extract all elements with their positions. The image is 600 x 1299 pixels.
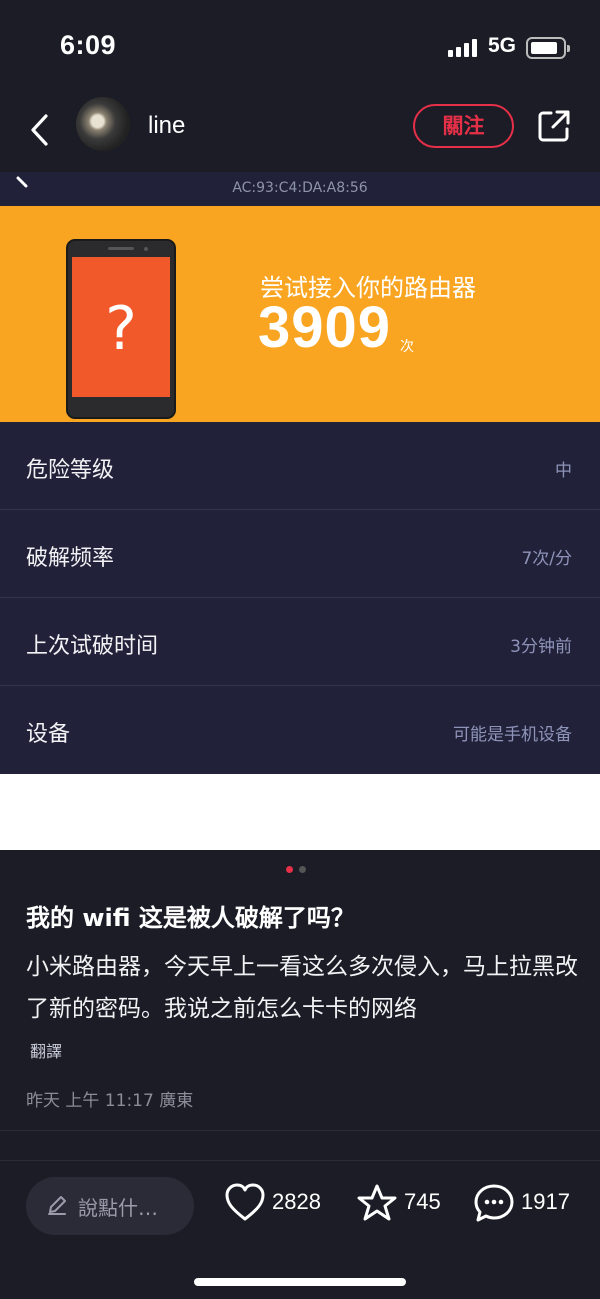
detail-row-last-attempt: 上次试破时间 3分钟前 <box>0 598 600 686</box>
detail-value: 可能是手机设备 <box>453 725 572 745</box>
detail-row-risk-level: 危险等级 中 <box>0 422 600 510</box>
detail-row-device: 设备 可能是手机设备 <box>0 686 600 774</box>
mac-address: AC:93:C4:DA:A8:56 <box>232 180 368 196</box>
detail-label: 破解频率 <box>26 546 115 571</box>
back-arrow-icon[interactable] <box>26 110 56 150</box>
status-time: 6:09 <box>60 30 117 60</box>
network-type: 5G <box>488 34 517 57</box>
image-bottom-padding <box>0 774 600 850</box>
like-count: 2828 <box>272 1189 321 1214</box>
intrusion-details: 危险等级 中 破解频率 7次/分 上次试破时间 3分钟前 设备 可能是手机设备 <box>0 422 600 774</box>
detail-label: 上次试破时间 <box>26 634 159 659</box>
signal-icon <box>448 39 480 57</box>
comment-count: 1917 <box>521 1189 570 1214</box>
post-meta: 昨天 上午 11:17 廣東 <box>26 1091 194 1111</box>
post-content: 我的 wifi 这是被人破解了吗？ 小米路由器，今天早上一看这么多次侵入，马上拉… <box>0 850 600 1299</box>
star-icon <box>357 1184 397 1221</box>
pencil-icon <box>48 1196 66 1215</box>
comment-input[interactable]: 說點什… <box>26 1177 194 1235</box>
comment-placeholder: 說點什… <box>78 1196 158 1220</box>
like-button[interactable]: 2828 <box>224 1183 332 1227</box>
attempt-unit: 次 <box>400 339 414 355</box>
favorite-count: 745 <box>404 1189 441 1214</box>
share-icon[interactable] <box>536 108 572 144</box>
chat-bubble-icon <box>474 1184 514 1222</box>
detail-label: 设备 <box>26 722 71 747</box>
divider <box>0 1130 600 1131</box>
post-title: 我的 wifi 这是被人破解了吗？ <box>26 904 355 932</box>
detail-value: 3分钟前 <box>510 637 572 657</box>
attempt-count: 3909 <box>258 295 392 360</box>
heart-icon <box>225 1183 265 1221</box>
phone-question-icon: ? <box>66 239 176 419</box>
carousel-indicator <box>286 866 310 874</box>
detail-value: 7次/分 <box>521 549 572 569</box>
comments-button[interactable]: 1917 <box>473 1183 573 1227</box>
battery-icon <box>526 37 570 59</box>
username[interactable]: line <box>148 112 185 140</box>
favorite-button[interactable]: 745 <box>356 1183 448 1227</box>
detail-label: 危险等级 <box>26 458 115 483</box>
post-header: line 關注 <box>0 92 600 172</box>
intrusion-banner: ? 尝试接入你的路由器 3909 次 <box>0 206 600 422</box>
follow-button[interactable]: 關注 <box>413 104 514 148</box>
avatar[interactable] <box>76 97 130 151</box>
detail-row-crack-rate: 破解频率 7次/分 <box>0 510 600 598</box>
svg-text:?: ? <box>105 294 137 364</box>
status-bar: 6:09 5G <box>0 0 600 92</box>
translate-link[interactable]: 翻譯 <box>30 1038 62 1062</box>
action-bar: 說點什… 2828 745 1917 <box>0 1160 600 1240</box>
post-body: 小米路由器，今天早上一看这么多次侵入，马上拉黑改了新的密码。我说之前怎么卡卡的网… <box>26 954 578 1022</box>
home-indicator[interactable] <box>194 1278 406 1286</box>
detail-value: 中 <box>555 461 572 481</box>
embedded-header-strip: AC:93:C4:DA:A8:56 <box>0 172 600 206</box>
